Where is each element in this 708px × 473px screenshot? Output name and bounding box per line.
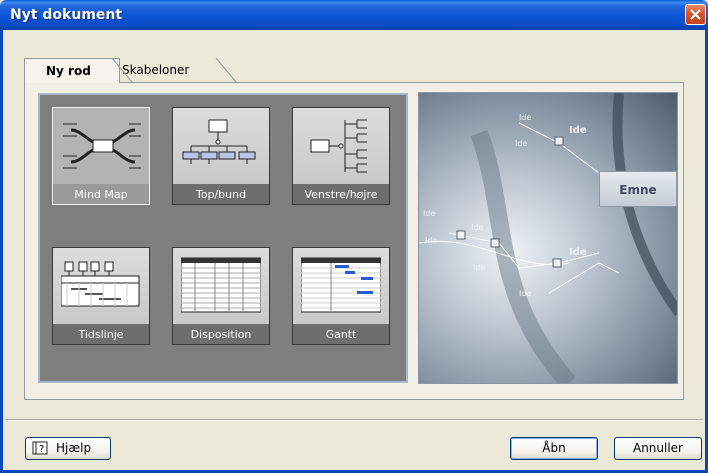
idea-label: Ide (519, 289, 532, 298)
help-book-icon: ? (32, 441, 48, 455)
template-label: Disposition (190, 328, 252, 341)
mind-map-preview-graphic (419, 93, 677, 383)
idea-label: Ide (473, 263, 486, 272)
svg-text:?: ? (39, 444, 44, 455)
template-top-bund[interactable]: Top/bund (172, 107, 270, 205)
open-button[interactable]: Åbn (510, 437, 598, 460)
close-icon (690, 9, 701, 20)
template-gantt[interactable]: Gantt (292, 247, 390, 345)
template-label: Gantt (325, 328, 357, 341)
tab-divider (111, 58, 133, 83)
template-grid: Mind Map Top/bund Venstre/højre Tidslinj… (38, 93, 408, 383)
template-venstre-hojre[interactable]: Venstre/højre (292, 107, 390, 205)
template-tidslinje[interactable]: Tidslinje (52, 247, 150, 345)
template-label: Mind Map (74, 188, 128, 201)
template-label: Top/bund (195, 188, 247, 201)
idea-label: Ide (519, 113, 532, 122)
window-frame-left (0, 30, 3, 473)
help-button[interactable]: ? Hjælp (25, 437, 111, 460)
outline-table-icon (181, 257, 261, 313)
central-topic: Emne (599, 171, 677, 207)
org-chart-icon (182, 119, 256, 164)
template-preview: Ide Ide Ide Ide Ide Ide Ide Ide Ide Emne (418, 92, 678, 384)
tab-label: Ny rod (46, 64, 91, 78)
template-label: Venstre/højre (304, 188, 378, 201)
tree-diagram-icon (310, 119, 367, 173)
tab-divider (215, 58, 237, 83)
help-label: Hjælp (56, 441, 92, 455)
template-label: Tidslinje (78, 328, 124, 341)
idea-label: Ide (569, 247, 587, 258)
idea-label: Ide (423, 209, 436, 218)
title-bar[interactable]: Nyt dokument (0, 0, 708, 30)
cancel-button[interactable]: Annuller (614, 437, 702, 460)
timeline-icon (61, 261, 140, 307)
idea-label: Ide (569, 125, 587, 136)
footer-divider (5, 419, 703, 421)
close-button[interactable] (685, 4, 706, 25)
template-disposition[interactable]: Disposition (172, 247, 270, 345)
idea-label: Ide (515, 139, 528, 148)
idea-label: Ide (425, 236, 438, 245)
gantt-chart-icon (301, 257, 381, 313)
template-mind-map[interactable]: Mind Map (52, 107, 150, 205)
window-title: Nyt dokument (10, 7, 123, 23)
idea-label: Ide (471, 223, 484, 232)
mind-map-icon (63, 123, 141, 169)
